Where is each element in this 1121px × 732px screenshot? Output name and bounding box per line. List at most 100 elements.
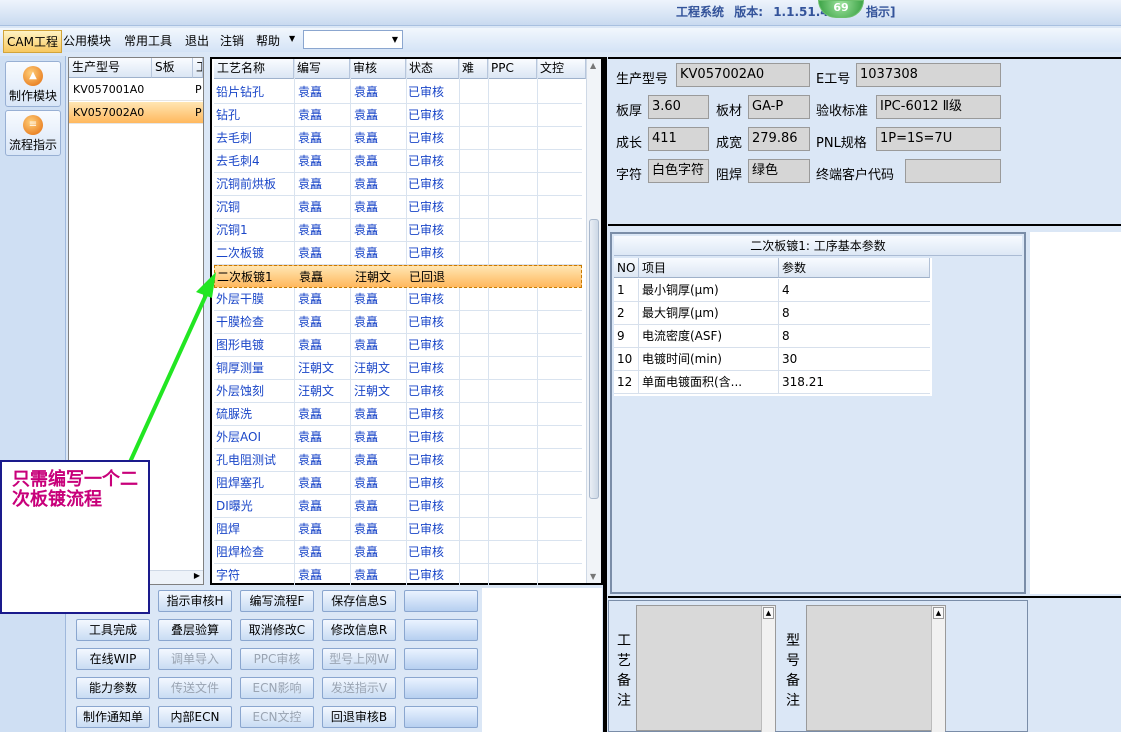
cell-process-name[interactable]: 去毛刺 (216, 127, 294, 149)
cell-reviewer[interactable]: 汪朝文 (354, 357, 406, 379)
col-value[interactable]: 参数 (779, 258, 930, 278)
table-row[interactable]: 阻焊检查 袁矗 袁矗 已审核 (214, 541, 582, 564)
cell-status[interactable]: 已回退 (409, 266, 459, 288)
cell-status[interactable]: 已审核 (408, 541, 458, 563)
cell-reviewer[interactable]: 袁矗 (354, 311, 406, 333)
cell-status[interactable]: 已审核 (408, 380, 458, 402)
process-notes-box[interactable]: ▲ (636, 605, 776, 732)
table-row[interactable]: 干膜检查 袁矗 袁矗 已审核 (214, 311, 582, 334)
cell-status[interactable]: 已审核 (408, 472, 458, 494)
cell-status[interactable]: 已审核 (408, 426, 458, 448)
product-code[interactable]: KV057002A0 (69, 102, 193, 124)
cell-process-name[interactable]: 钻孔 (216, 104, 294, 126)
action-button[interactable]: 编写流程F (240, 590, 314, 612)
cell-status[interactable]: 已审核 (408, 403, 458, 425)
cell-reviewer[interactable]: 袁矗 (354, 288, 406, 310)
cell-process-name[interactable]: 阻焊检查 (216, 541, 294, 563)
prod-field[interactable]: KV057002A0 (676, 63, 810, 87)
menu-help[interactable]: 帮助 (256, 32, 280, 49)
flow-guide-button[interactable]: ≡ 流程指示 (5, 110, 61, 156)
cell-process-name[interactable]: 去毛刺4 (216, 150, 294, 172)
cell-process-name[interactable]: 铜厚测量 (216, 357, 294, 379)
col-prod-code[interactable]: 生产型号 (69, 58, 152, 78)
blank-button[interactable] (404, 648, 478, 670)
cell-status[interactable]: 已审核 (408, 288, 458, 310)
col-ppc[interactable]: PPC (488, 59, 537, 79)
cell-reviewer[interactable]: 汪朝文 (355, 266, 407, 288)
customer-field[interactable] (905, 159, 1001, 183)
col-status[interactable]: 状态 (406, 59, 459, 79)
cell-reviewer[interactable]: 袁矗 (354, 564, 406, 586)
cell-writer[interactable]: 袁矗 (298, 127, 350, 149)
action-button[interactable]: 传送文件 (158, 677, 232, 699)
cell-status[interactable]: 已审核 (408, 495, 458, 517)
table-row[interactable]: 外层AOI 袁矗 袁矗 已审核 (214, 426, 582, 449)
cell-status[interactable]: 已审核 (408, 127, 458, 149)
cell-reviewer[interactable]: 袁矗 (354, 242, 406, 264)
table-row[interactable]: 字符 袁矗 袁矗 已审核 (214, 564, 582, 587)
cell-writer[interactable]: 袁矗 (298, 426, 350, 448)
cell-value[interactable]: 8 (779, 325, 930, 348)
cell-status[interactable]: 已审核 (408, 104, 458, 126)
product-s[interactable]: P (191, 79, 203, 101)
action-button[interactable]: 发送指示V (322, 677, 396, 699)
cell-reviewer[interactable]: 袁矗 (354, 81, 406, 103)
splitter[interactable] (603, 57, 607, 732)
action-button[interactable]: 保存信息S (322, 590, 396, 612)
cell-reviewer[interactable]: 袁矗 (354, 219, 406, 241)
scroll-thumb[interactable] (589, 219, 599, 499)
table-row[interactable]: DI曝光 袁矗 袁矗 已审核 (214, 495, 582, 518)
cell-status[interactable]: 已审核 (408, 196, 458, 218)
col-writer[interactable]: 编写 (294, 59, 350, 79)
action-button[interactable]: ECN影响 (240, 677, 314, 699)
cell-writer[interactable]: 袁矗 (298, 219, 350, 241)
material-field[interactable]: GA-P (748, 95, 810, 119)
mask-field[interactable]: 绿色 (748, 159, 810, 183)
table-row[interactable]: 钻孔 袁矗 袁矗 已审核 (214, 104, 582, 127)
action-button[interactable]: 取消修改C (240, 619, 314, 641)
width-field[interactable]: 279.86 (748, 127, 810, 151)
cell-reviewer[interactable]: 袁矗 (354, 334, 406, 356)
table-row[interactable]: 外层蚀刻 汪朝文 汪朝文 已审核 (214, 380, 582, 403)
product-code[interactable]: KV057001A0 (69, 79, 193, 101)
action-button[interactable]: 工具完成 (76, 619, 150, 641)
col-item[interactable]: 项目 (639, 258, 779, 278)
table-row[interactable]: 沉铜1 袁矗 袁矗 已审核 (214, 219, 582, 242)
model-notes-box[interactable]: ▲ (806, 605, 946, 732)
product-s[interactable]: P (191, 102, 203, 124)
cell-reviewer[interactable]: 袁矗 (354, 196, 406, 218)
action-button[interactable]: 在线WIP (76, 648, 150, 670)
cell-process-name[interactable]: DI曝光 (216, 495, 294, 517)
cell-value[interactable]: 318.21 (779, 371, 930, 394)
standard-field[interactable]: IPC-6012 Ⅱ级 (876, 95, 1001, 119)
cell-status[interactable]: 已审核 (408, 219, 458, 241)
cell-writer[interactable]: 袁矗 (298, 449, 350, 471)
blank-button[interactable] (404, 677, 478, 699)
cell-process-name[interactable]: 沉铜1 (216, 219, 294, 241)
vertical-scrollbar[interactable]: ▲ (761, 606, 775, 732)
cell-writer[interactable]: 袁矗 (298, 150, 350, 172)
col-no[interactable]: NO (614, 258, 639, 278)
menu-logout[interactable]: 注销 (220, 32, 244, 49)
table-row[interactable]: 阻焊 袁矗 袁矗 已审核 (214, 518, 582, 541)
menu-combo[interactable]: ▼ (303, 30, 403, 49)
cell-status[interactable]: 已审核 (408, 242, 458, 264)
action-button[interactable]: 修改信息R (322, 619, 396, 641)
cell-item[interactable]: 最大铜厚(μm) (639, 302, 779, 325)
cell-process-name[interactable]: 外层蚀刻 (216, 380, 294, 402)
cell-writer[interactable]: 汪朝文 (298, 357, 350, 379)
cell-writer[interactable]: 袁矗 (298, 104, 350, 126)
cell-status[interactable]: 已审核 (408, 357, 458, 379)
cell-reviewer[interactable]: 袁矗 (354, 403, 406, 425)
menu-tools[interactable]: 常用工具 (124, 32, 172, 49)
table-row[interactable]: 去毛刺 袁矗 袁矗 已审核 (214, 127, 582, 150)
cell-writer[interactable]: 袁矗 (298, 334, 350, 356)
menu-cam[interactable]: CAM工程 (3, 30, 62, 53)
cell-writer[interactable]: 袁矗 (298, 541, 350, 563)
table-row[interactable]: 铅片钻孔 袁矗 袁矗 已审核 (214, 81, 582, 104)
cell-process-name[interactable]: 沉铜 (216, 196, 294, 218)
cell-process-name[interactable]: 铅片钻孔 (216, 81, 294, 103)
cell-writer[interactable]: 袁矗 (298, 518, 350, 540)
action-button[interactable]: PPC审核 (240, 648, 314, 670)
cell-status[interactable]: 已审核 (408, 311, 458, 333)
